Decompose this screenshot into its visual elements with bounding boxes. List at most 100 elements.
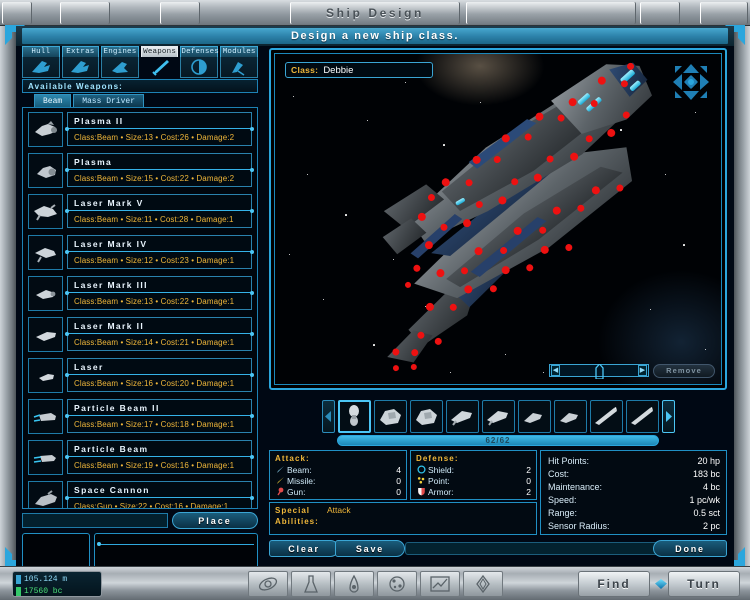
window-right-frame [734,26,750,566]
laser-icon [28,358,63,393]
divider [65,495,254,500]
list-item[interactable]: Plasma II Class:Beam • Size:13 • Cost:26… [28,112,254,151]
component-slot[interactable] [409,399,443,433]
credits-icon [16,586,21,596]
list-item[interactable]: Laser Mark V Class:Beam • Size:11 • Cost… [28,194,254,233]
slider-handle[interactable] [595,363,604,380]
stat-row: Maintenance: 4 bc [547,480,720,493]
weapon-name: Plasma II [67,112,252,128]
attack-missile-label: Missile: [287,475,316,486]
research-icon[interactable] [290,571,331,597]
plasma-cannon-icon [28,112,63,147]
list-item[interactable]: Laser Mark II Class:Beam • Size:14 • Cos… [28,317,254,356]
cannon-icon [28,481,63,508]
list-item[interactable]: Particle Beam Class:Beam • Size:19 • Cos… [28,440,254,479]
list-item[interactable]: Laser Mark IV Class:Beam • Size:12 • Cos… [28,235,254,274]
defense-shield-value: 2 [526,464,531,475]
tab-hull[interactable]: Hull [22,46,60,78]
list-item[interactable]: Laser Mark III Class:Beam • Size:13 • Co… [28,276,254,315]
place-button[interactable]: Place [172,512,258,529]
class-name-input[interactable]: Debbie [323,65,353,76]
chart-icon[interactable] [419,571,460,597]
stat-sensor-value: 2 pc [702,520,720,531]
galaxy-icon[interactable] [247,571,288,597]
component-slot[interactable] [337,399,371,433]
tab-defenses[interactable]: Defenses [180,46,219,78]
subtab-beam[interactable]: Beam [34,94,72,107]
diamond-gem-icon[interactable] [655,579,667,589]
shield-icon [180,57,219,78]
subtab-mass-driver[interactable]: Mass Driver [73,94,145,107]
component-slot[interactable] [517,399,551,433]
antenna-icon [220,57,258,78]
stat-row: Hit Points: 20 hp [547,454,720,467]
sword-icon [141,57,179,78]
defense-row-armor: Armor: 2 [416,486,531,497]
arrow-right-icon[interactable]: ▶ [638,365,647,376]
list-item[interactable]: Plasma Class:Beam • Size:15 • Cost:22 • … [28,153,254,192]
done-button[interactable]: Done [653,540,727,557]
list-item[interactable]: Particle Beam II Class:Beam • Size:17 • … [28,399,254,438]
ship-icon [61,57,100,78]
tab-weapons[interactable]: Weapons [140,46,179,78]
laser-icon [28,235,63,270]
weapon-name: Laser [67,358,252,374]
defense-armor-value: 2 [526,486,531,497]
stat-row: Range: 0.5 sct [547,506,720,519]
find-button[interactable]: Find [578,571,650,597]
arrow-right-icon[interactable] [661,399,675,433]
zoom-slider[interactable]: ◀ ▶ [549,363,649,380]
fleet-icon[interactable] [462,571,503,597]
beam-icon [275,465,286,474]
divider [65,372,254,377]
component-slot[interactable] [589,399,623,433]
right-panel: Class: Debbie ◀ ▶ Remove 62/62 Attack: B… [265,46,731,564]
ship-icon [22,57,60,78]
tab-modules[interactable]: Modules [220,46,258,78]
component-slot[interactable] [625,399,659,433]
stats-panels: Attack: Beam: 4 Missile: 0 Gun: 0 Defens… [269,450,727,536]
place-target-field[interactable] [22,513,168,528]
component-slot[interactable] [553,399,587,433]
stat-hitpoints-value: 20 hp [697,455,720,466]
weapon-list[interactable]: Plasma II Class:Beam • Size:13 • Cost:26… [22,107,258,509]
ship-design-window: Ship Design Design a new ship class. Hul… [0,0,750,600]
component-slot[interactable] [481,399,515,433]
divider [65,413,254,418]
turn-button[interactable]: Turn [668,571,740,597]
clear-button[interactable]: Clear [269,540,339,557]
stat-row: Speed: 1 pc/wk [547,493,720,506]
class-name-field[interactable]: Class: Debbie [285,62,433,78]
divider [65,331,254,336]
tab-engines[interactable]: Engines [101,46,139,78]
remove-button[interactable]: Remove [653,363,715,378]
ship-viewer[interactable]: Class: Debbie ◀ ▶ Remove [269,48,727,390]
colony-icon[interactable] [333,571,374,597]
list-item[interactable]: Space Cannon Class:Gun • Size:22 • Cost:… [28,481,254,508]
ship-stats-panel: Hit Points: 20 hp Cost: 183 bc Maintenan… [540,450,727,535]
status-bar: 105.124 m 17560 bc Find Turn [0,566,750,600]
stat-row: Cost: 183 bc [547,467,720,480]
capacity-bar: 62/62 [337,435,659,446]
weapon-name: Space Cannon [67,481,252,497]
save-button[interactable]: Save [335,540,405,557]
attack-row-missile: Missile: 0 [275,475,401,486]
point-defense-icon [416,476,427,485]
tab-extras[interactable]: Extras [61,46,100,78]
tab-defenses-label: Defenses [180,46,219,57]
component-slot[interactable] [445,399,479,433]
resource-credits: 17560 bc [16,585,98,597]
arrow-left-icon[interactable] [321,399,335,433]
planets-icon[interactable] [376,571,417,597]
divider [65,126,254,131]
weapon-stats: Class:Beam • Size:19 • Cost:16 • Damage:… [67,457,252,474]
component-slot[interactable] [373,399,407,433]
shield-circle-icon [416,465,427,474]
divider [65,290,254,295]
list-item[interactable]: Laser Class:Beam • Size:16 • Cost:20 • D… [28,358,254,397]
space-background [275,54,721,384]
arrow-left-icon[interactable]: ◀ [551,365,560,376]
navigation-compass-icon[interactable] [669,60,713,104]
minerals-value: 105.124 m [24,574,68,584]
missile-icon [275,476,286,485]
